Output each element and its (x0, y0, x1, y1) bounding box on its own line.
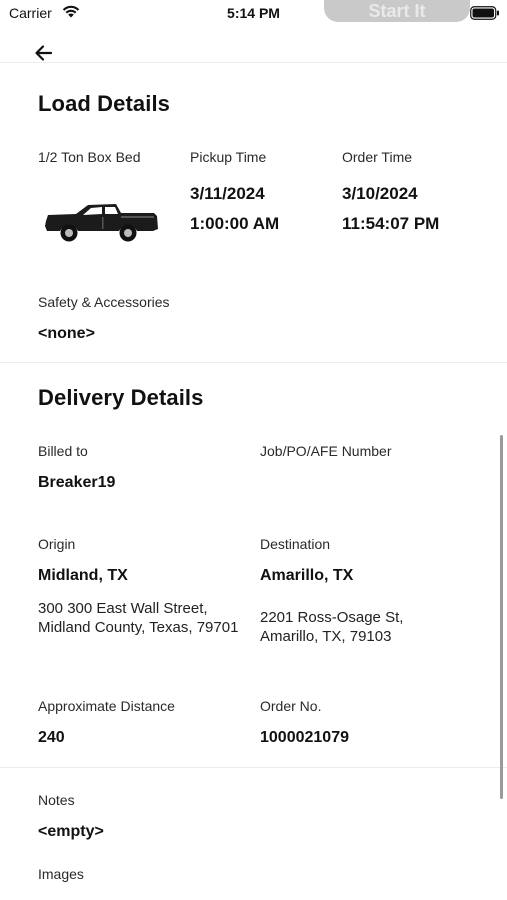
order-time: 11:54:07 PM (342, 214, 440, 233)
notes-label: Notes (38, 792, 75, 808)
distance-label: Approximate Distance (38, 698, 175, 714)
header-divider (0, 62, 507, 63)
start-button[interactable]: Start It (324, 0, 470, 22)
job-number-label: Job/PO/AFE Number (260, 443, 392, 459)
images-label: Images (38, 866, 84, 882)
section-divider (0, 362, 507, 363)
delivery-details-title: Delivery Details (38, 385, 204, 410)
notes-value: <empty> (38, 823, 104, 840)
billed-to-label: Billed to (38, 443, 88, 459)
billed-to-value: Breaker19 (38, 474, 116, 491)
battery-icon (470, 6, 500, 25)
vehicle-type-label: 1/2 Ton Box Bed (38, 149, 141, 165)
load-details-title: Load Details (38, 91, 171, 116)
order-number-value: 1000021079 (260, 729, 349, 746)
safety-accessories-value: <none> (38, 325, 95, 342)
distance-value: 240 (38, 729, 65, 746)
order-date: 3/10/2024 (342, 184, 418, 203)
pickup-truck-icon (42, 201, 160, 248)
destination-city: Amarillo, TX (260, 567, 354, 584)
section-divider (0, 767, 507, 768)
pickup-time: 1:00:00 AM (190, 214, 280, 233)
origin-address: 300 300 East Wall Street, Midland County… (38, 600, 239, 636)
destination-address: 2201 Ross-Osage St, Amarillo, TX, 79103 (260, 609, 404, 645)
destination-label: Destination (260, 536, 331, 552)
order-number-label: Order No. (260, 698, 322, 714)
safety-accessories-label: Safety & Accessories (38, 294, 170, 310)
order-time-label: Order Time (342, 149, 413, 165)
origin-label: Origin (38, 536, 76, 552)
pickup-date: 3/11/2024 (190, 184, 265, 203)
pickup-time-label: Pickup Time (190, 149, 267, 165)
origin-city: Midland, TX (38, 567, 128, 584)
scrollbar[interactable] (500, 435, 503, 799)
